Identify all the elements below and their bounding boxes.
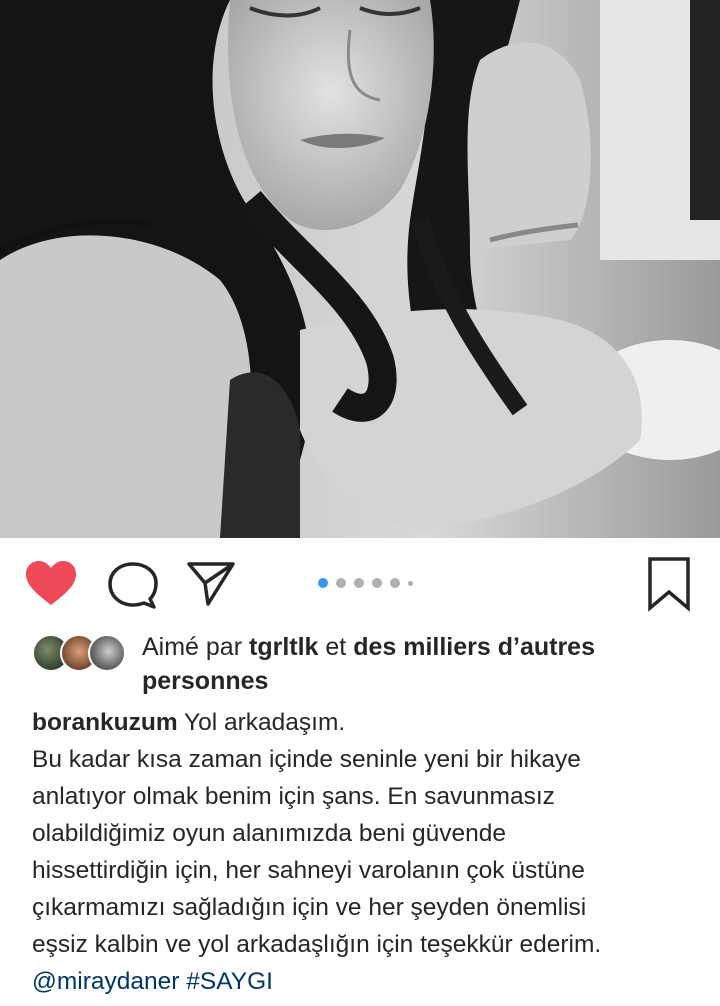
- caption-line: olabildiğimiz oyun alanımızda beni güven…: [32, 820, 506, 847]
- post-photo[interactable]: [0, 0, 720, 538]
- caption-line: eşsiz kalbin ve yol arkadaşlığın için te…: [32, 931, 602, 958]
- hashtag-link[interactable]: #SAYGI: [186, 968, 273, 995]
- avatar: [88, 634, 126, 672]
- caption-text: Yol arkadaşım.: [184, 709, 346, 736]
- caption-line: Bu kadar kısa zaman içinde seninle yeni …: [32, 746, 581, 773]
- carousel-dot: [372, 578, 382, 588]
- likes-prefix: Aimé par: [142, 633, 243, 661]
- likes-section: Aimé par tgrltlk et des milliers d’autre…: [32, 630, 702, 700]
- liker-username[interactable]: tgrltlk: [249, 633, 318, 661]
- carousel-dot: [408, 580, 413, 586]
- caption-line: hissettirdiğin için, her sahneyi varolan…: [32, 857, 585, 884]
- carousel-dot-active: [318, 578, 328, 588]
- likes-middle: et: [325, 633, 347, 661]
- carousel-dots: [318, 577, 421, 589]
- caption-username[interactable]: borankuzum: [32, 709, 178, 736]
- portrait-image: [0, 0, 720, 538]
- caption-tags-line: @miraydaner #SAYGI: [32, 963, 698, 1000]
- carousel-dot: [390, 578, 400, 588]
- caption-line: anlatıyor olmak benim için şans. En savu…: [32, 783, 555, 810]
- caption-line: çıkarmamızı sağladığın için ve her şeyde…: [32, 894, 587, 921]
- carousel-dot: [336, 578, 346, 588]
- comment-bubble-icon[interactable]: [106, 561, 158, 609]
- caption-first-line: borankuzum Yol arkadaşım.: [32, 704, 698, 741]
- heart-filled-icon[interactable]: [24, 560, 78, 608]
- liker-avatars[interactable]: [32, 634, 132, 674]
- likes-text: Aimé par tgrltlk et des milliers d’autre…: [142, 630, 662, 698]
- action-bar: [0, 548, 720, 620]
- mention-link[interactable]: @miraydaner: [32, 968, 179, 995]
- post-caption: borankuzum Yol arkadaşım. Bu kadar kısa …: [32, 704, 698, 1000]
- bookmark-icon[interactable]: [644, 556, 694, 612]
- paper-plane-icon[interactable]: [186, 560, 236, 608]
- carousel-dot: [354, 578, 364, 588]
